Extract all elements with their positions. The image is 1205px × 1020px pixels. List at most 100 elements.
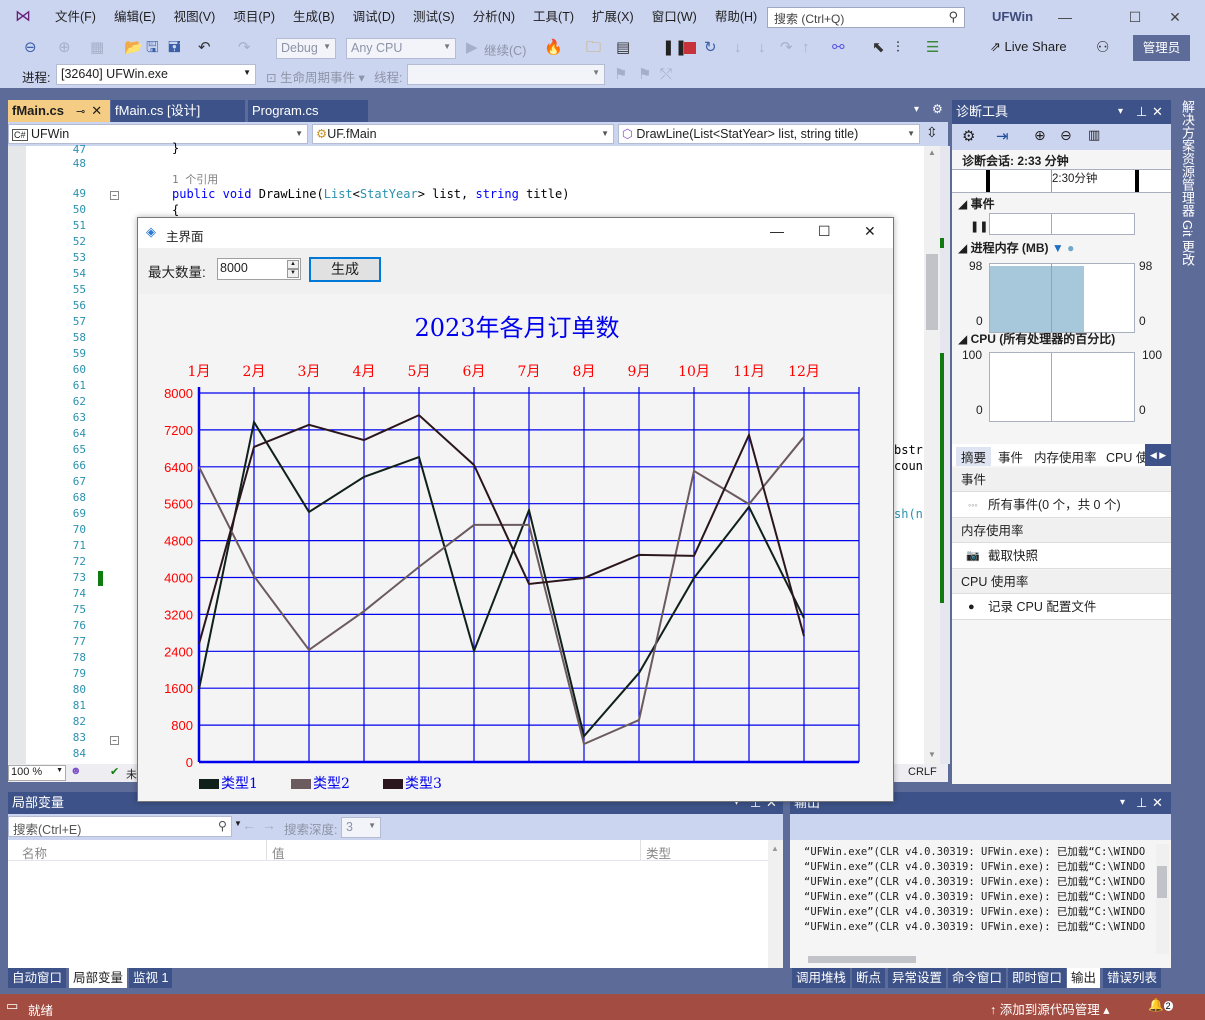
locals-scrollbar[interactable]: ▲ [768, 840, 783, 968]
zoom-dropdown[interactable]: 100 % ▼ [8, 765, 66, 781]
tab-scroll-arrows[interactable]: ◀ ▶ [1145, 444, 1171, 466]
form-close-button[interactable]: ✕ [864, 223, 876, 240]
class-dropdown[interactable]: ⚙UF.fMain ▼ [312, 124, 614, 144]
tab-autos[interactable]: 自动窗口 [8, 968, 67, 988]
generate-button[interactable]: 生成 [309, 257, 381, 282]
scroll-down-icon[interactable]: ▼ [928, 750, 936, 759]
tab-fmain-cs[interactable]: fMain.cs ⊸ ✕ [8, 100, 110, 122]
step-into-icon[interactable]: ↓ [758, 39, 766, 57]
flag-threads-icon[interactable]: ⚑ [638, 66, 651, 84]
column-divider[interactable] [266, 840, 267, 860]
menu-analyze[interactable]: 分析(N) [464, 0, 524, 34]
timeline-ruler[interactable]: 2:30分钟 [952, 169, 1171, 193]
lifecycle-events-button[interactable]: ⊡ 生命周期事件 ▾ [266, 67, 365, 86]
step-out-icon[interactable]: ↑ [802, 39, 810, 57]
dropdown-icon[interactable]: ▾ [1120, 792, 1125, 814]
platform-dropdown[interactable]: Any CPU ▼ [346, 38, 456, 59]
menu-tools[interactable]: 工具(T) [524, 0, 583, 34]
thread-dropdown[interactable]: ▼ [407, 64, 605, 85]
tab-exception-settings[interactable]: 异常设置 [888, 968, 947, 988]
hot-reload-icon[interactable]: 🔥 [544, 39, 563, 57]
stack-frame-icon[interactable]: ⤲ [660, 66, 672, 84]
format-icon[interactable]: ☰ [926, 39, 939, 57]
undo-icon[interactable]: ↶ [198, 39, 211, 57]
pin-icon[interactable]: ⊥ [1136, 792, 1147, 814]
save-all-icon[interactable]: 🖬 [168, 39, 181, 57]
close-icon[interactable]: ✕ [1152, 100, 1163, 124]
tab-overflow-icon[interactable]: ▾ [914, 104, 919, 115]
tab-cpu[interactable]: CPU 使 [1106, 447, 1148, 466]
output-vertical-scrollbar[interactable] [1156, 844, 1169, 954]
scroll-thumb[interactable] [926, 254, 938, 330]
tab-watch-1[interactable]: 监视 1 [129, 968, 173, 988]
tab-events[interactable]: 事件 [998, 447, 1023, 466]
line-ending-indicator[interactable]: CRLF [908, 766, 937, 778]
menu-test[interactable]: 测试(S) [404, 0, 464, 34]
collapse-icon[interactable]: − [110, 736, 119, 745]
spin-down-icon[interactable]: ▼ [287, 269, 299, 278]
select-element-icon[interactable]: ⬉ [872, 39, 885, 57]
back-arrow-icon[interactable]: ← [242, 817, 256, 833]
live-share-button[interactable]: ⇗ Live Share [990, 39, 1067, 55]
tab-locals[interactable]: 局部变量 [69, 968, 128, 988]
project-dropdown[interactable]: C# UFWin ▼ [8, 124, 308, 144]
pin-icon[interactable]: ⊥ [1136, 100, 1147, 124]
menu-view[interactable]: 视图(V) [165, 0, 225, 34]
menu-extensions[interactable]: 扩展(X) [583, 0, 643, 34]
tab-fmain-designer[interactable]: fMain.cs [设计] [111, 100, 245, 122]
minimize-button[interactable]: — [1050, 6, 1080, 28]
forward-arrow-icon[interactable]: → [262, 817, 276, 833]
form-minimize-button[interactable]: — [770, 223, 784, 239]
tab-output[interactable]: 输出 [1067, 968, 1101, 988]
form-maximize-button[interactable]: ☐ [818, 223, 831, 240]
admin-badge[interactable]: 管理员 [1133, 35, 1190, 61]
window-layout-icon[interactable]: ▤ [616, 39, 630, 57]
close-tab-icon[interactable]: ✕ [91, 103, 102, 118]
live-tree-icon[interactable]: ⫶ [896, 39, 900, 57]
zoom-in-icon[interactable]: ⊕ [1034, 127, 1046, 144]
notifications-bell-icon[interactable]: 🔔 2 [1148, 998, 1173, 1013]
reference-count-hint[interactable]: 1 个引用 [172, 171, 218, 187]
select-tools-icon[interactable]: ▥ [1088, 127, 1100, 143]
breakpoints-icon[interactable]: ⚯ [832, 39, 845, 57]
solution-explorer-tab[interactable]: 解决方案资源管理器 [1178, 100, 1197, 217]
split-view-icon[interactable]: ⇳ [926, 124, 938, 141]
tab-memory[interactable]: 内存使用率 [1034, 447, 1097, 466]
export-icon[interactable]: ⇥ [996, 127, 1009, 145]
solution-config-dropdown[interactable]: Debug ▼ [276, 38, 336, 59]
record-cpu-profile-button[interactable]: ● 记录 CPU 配置文件 [952, 594, 1171, 620]
pin-icon[interactable]: ⊸ [76, 106, 85, 118]
editor-vertical-scrollbar[interactable]: ▲ ▼ [924, 146, 940, 764]
settings-gear-icon[interactable]: ⚙ [962, 127, 975, 145]
settings-gear-icon[interactable]: ⚙ [932, 102, 943, 116]
show-next-statement-icon[interactable]: ↓ [734, 39, 742, 57]
take-snapshot-button[interactable]: 📷 截取快照 [952, 543, 1171, 569]
intellicode-icon[interactable]: ☻ [70, 765, 82, 777]
search-depth-dropdown[interactable]: 3 ▼ [341, 817, 381, 838]
menu-file[interactable]: 文件(F) [46, 0, 105, 34]
new-project-icon[interactable]: ▦ [90, 39, 104, 57]
form-title-bar[interactable]: ◈ 主界面 — ☐ ✕ [138, 218, 893, 248]
all-events-link[interactable]: ◦◦◦ 所有事件(0 个，共 0 个) [952, 492, 1171, 518]
continue-button[interactable]: 继续(C) [484, 40, 526, 59]
close-button[interactable]: ✕ [1160, 6, 1190, 28]
spin-up-icon[interactable]: ▲ [287, 260, 299, 269]
menu-project[interactable]: 项目(P) [224, 0, 284, 34]
member-dropdown[interactable]: ⬡ DrawLine(List<StatYear> list, string t… [618, 124, 920, 144]
menu-build[interactable]: 生成(B) [284, 0, 344, 34]
menu-debug[interactable]: 调试(D) [344, 0, 404, 34]
column-divider[interactable] [640, 840, 641, 860]
maximize-button[interactable]: ☐ [1120, 6, 1150, 28]
forward-icon[interactable]: ⊕ [58, 39, 71, 57]
git-changes-tab[interactable]: Git 更改 [1178, 220, 1197, 266]
timeline-end-marker[interactable] [1135, 170, 1139, 192]
menu-help[interactable]: 帮助(H) [706, 0, 766, 34]
tab-error-list[interactable]: 错误列表 [1103, 968, 1162, 988]
process-dropdown[interactable]: [32640] UFWin.exe ▼ [56, 64, 256, 85]
tab-breakpoints[interactable]: 断点 [852, 968, 886, 988]
scroll-up-icon[interactable]: ▲ [928, 148, 936, 157]
output-horizontal-scroll-thumb[interactable] [808, 956, 916, 963]
tab-immediate-window[interactable]: 即时窗口 [1008, 968, 1067, 988]
menu-edit[interactable]: 编辑(E) [105, 0, 165, 34]
dropdown-icon[interactable]: ▾ [1118, 100, 1123, 124]
